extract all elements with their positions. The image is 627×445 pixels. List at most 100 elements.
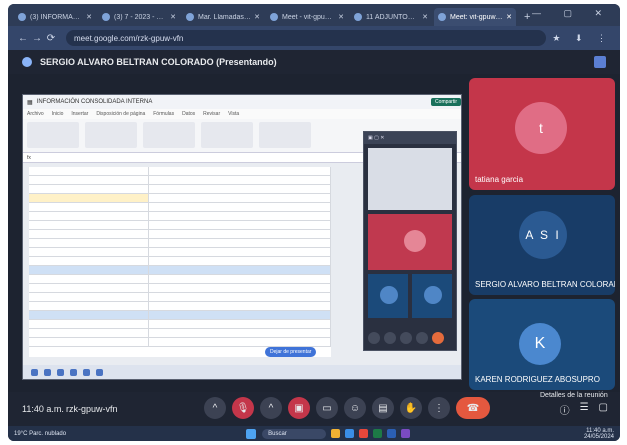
- spreadsheet-row: [29, 338, 331, 347]
- participant-tile[interactable]: t tatiana garcia: [469, 78, 615, 190]
- meeting-code: rzk-gpuw-vfn: [66, 404, 118, 414]
- info-icon[interactable]: ⓘ: [560, 402, 570, 417]
- nested-participant-tile: [368, 274, 408, 318]
- close-icon[interactable]: ✕: [254, 13, 260, 21]
- tab-favicon-icon: [18, 13, 26, 21]
- menu-item[interactable]: Inicio: [52, 111, 64, 117]
- folder-icon[interactable]: [331, 429, 341, 438]
- avatar: [404, 230, 426, 252]
- close-icon[interactable]: ✕: [506, 13, 512, 21]
- more-options-button[interactable]: ⋮: [428, 397, 450, 419]
- reload-icon[interactable]: ⟳: [44, 33, 58, 44]
- shared-taskbar: [23, 365, 461, 379]
- close-icon[interactable]: ✕: [338, 13, 344, 21]
- close-icon[interactable]: ✕: [170, 13, 176, 21]
- tab-label: Meet - vit-gpuw-vfn: [282, 13, 335, 21]
- participant-tile[interactable]: A S I SERGIO ALVARO BELTRAN COLORADO: [469, 195, 615, 295]
- browser-tab[interactable]: 11 ADJUNTOS - Google...✕: [350, 8, 432, 26]
- forward-icon[interactable]: →: [30, 33, 44, 44]
- tab-favicon-icon: [270, 13, 278, 21]
- browser-tab[interactable]: (3) INFORMACIÓN CONSO...✕: [14, 8, 96, 26]
- spreadsheet-row: [29, 203, 331, 212]
- start-icon[interactable]: [246, 428, 257, 439]
- nested-panel-header: ▣ ▢ ✕: [364, 132, 456, 144]
- spreadsheet-row: [29, 221, 331, 230]
- excel-icon[interactable]: [373, 429, 383, 438]
- spreadsheet-row: [29, 293, 331, 302]
- spreadsheet-grid: [29, 167, 331, 357]
- app-icon: [70, 368, 77, 376]
- app-icon: [57, 368, 64, 376]
- excel-icon: ▦: [27, 99, 33, 106]
- weather-widget[interactable]: 19°C Parc. nublado: [14, 431, 66, 437]
- system-tray[interactable]: 11:40 a.m. 24/05/2024: [584, 428, 614, 440]
- menu-item[interactable]: Vista: [228, 111, 239, 117]
- shared-doc-title: INFORMACIÓN CONSOLIDADA INTERNA: [36, 99, 153, 105]
- avatar: t: [515, 102, 567, 154]
- share-button[interactable]: Compartir: [431, 98, 461, 106]
- tab-label: Mar. Llamadas interna...: [198, 13, 252, 21]
- present-icon: [400, 332, 412, 344]
- close-icon[interactable]: ✕: [422, 13, 428, 21]
- app-icon: [96, 368, 103, 376]
- meet-favicon-icon: [438, 13, 446, 21]
- camera-options-button[interactable]: ^: [260, 397, 282, 419]
- spreadsheet-row: [29, 284, 331, 293]
- presenter-label: SERGIO ALVARO BELTRAN COLORADO (Presenta…: [40, 57, 277, 67]
- nested-participant-tile: [412, 274, 452, 318]
- close-icon[interactable]: ✕: [86, 13, 92, 21]
- nested-meet-panel: ▣ ▢ ✕: [363, 131, 457, 351]
- tray-date: 24/05/2024: [583, 433, 614, 440]
- camera-off-button[interactable]: ▣: [288, 397, 310, 419]
- stop-presenting-button[interactable]: Dejar de presentar: [265, 347, 317, 357]
- browser-tab[interactable]: Meet - vit-gpuw-vfn✕: [266, 8, 348, 26]
- nested-tiles-row: [368, 274, 452, 318]
- menu-item[interactable]: Archivo: [27, 111, 44, 117]
- side-panel-controls: ⓘ ☰ ▢: [560, 402, 608, 417]
- presenting-icon: [22, 57, 32, 67]
- back-icon[interactable]: ←: [16, 33, 30, 44]
- spreadsheet-row: [29, 185, 331, 194]
- ribbon-group: [143, 122, 195, 148]
- call-controls: ^ 🎙 ^ ▣ ▭ ☺ ▤ ✋ ⋮ ☎: [204, 397, 490, 419]
- menu-item[interactable]: Insertar: [71, 111, 88, 117]
- menu-item[interactable]: Revisar: [203, 111, 220, 117]
- edge-icon[interactable]: [345, 429, 355, 438]
- chat-icon[interactable]: ▢: [599, 402, 608, 417]
- avatar: [380, 286, 398, 304]
- app-icon: [31, 368, 38, 376]
- taskbar-search[interactable]: Buscar: [262, 428, 327, 439]
- word-icon[interactable]: [387, 429, 397, 438]
- menu-item[interactable]: Datos: [182, 111, 195, 117]
- chrome-icon[interactable]: [359, 429, 369, 438]
- participant-tile[interactable]: K KAREN RODRIGUEZ ABOSUPRO: [469, 299, 615, 390]
- spreadsheet-row: [29, 311, 331, 320]
- mic-options-button[interactable]: ^: [204, 397, 226, 419]
- present-button[interactable]: ▤: [372, 397, 394, 419]
- people-icon[interactable]: ☰: [580, 402, 589, 417]
- app-icon: [83, 368, 90, 376]
- tab-label: (3) 7 - 2023 - Google D...: [114, 13, 167, 21]
- url-text: meet.google.com/rzk-gpuw-vfn: [74, 33, 184, 43]
- browser-toolbar-icons[interactable]: ★ ⬇ ⋮: [552, 33, 612, 44]
- teams-icon[interactable]: [401, 429, 411, 438]
- leave-call-button[interactable]: ☎: [456, 397, 490, 419]
- menu-item[interactable]: Disposición de página: [96, 111, 145, 117]
- emoji-button[interactable]: ☺: [344, 397, 366, 419]
- nested-controls: [368, 332, 444, 344]
- window-controls[interactable]: — ▢ ✕: [532, 8, 612, 19]
- layout-grid-icon[interactable]: [594, 56, 606, 68]
- browser-tab[interactable]: (3) 7 - 2023 - Google D...✕: [98, 8, 180, 26]
- mic-off-button[interactable]: 🎙: [232, 397, 254, 419]
- ribbon-group: [85, 122, 137, 148]
- browser-tab-active[interactable]: Meet: vit-gpuw-vfn ✕: [434, 8, 516, 26]
- avatar: K: [519, 323, 561, 365]
- tab-favicon-icon: [102, 13, 110, 21]
- browser-tab[interactable]: Mar. Llamadas interna...✕: [182, 8, 264, 26]
- participant-name: tatiana garcia: [475, 175, 524, 184]
- raise-hand-button[interactable]: ✋: [400, 397, 422, 419]
- menu-item[interactable]: Fórmulas: [153, 111, 174, 117]
- url-input[interactable]: meet.google.com/rzk-gpuw-vfn: [66, 30, 546, 46]
- captions-button[interactable]: ▭: [316, 397, 338, 419]
- avatar: [424, 286, 442, 304]
